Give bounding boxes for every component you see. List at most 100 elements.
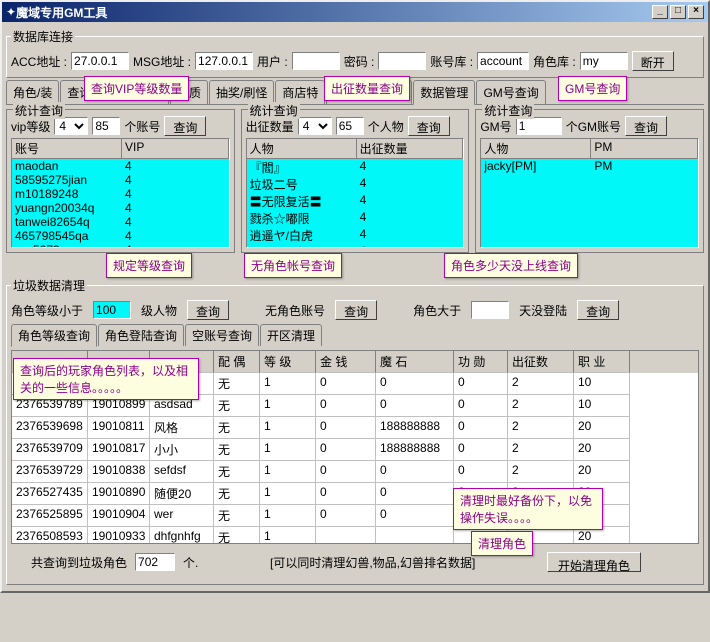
list-item[interactable]: 465798545qa4 — [12, 229, 229, 243]
grid-col-header[interactable]: 配 偶 — [214, 351, 260, 373]
list-item[interactable]: 风雪V无痕4 — [247, 244, 464, 248]
tab-data-mgmt[interactable]: 数据管理 — [413, 80, 475, 105]
grid-col-header[interactable]: 出征数 — [508, 351, 574, 373]
acct-label: 账号库 : — [430, 53, 473, 70]
subtab-login[interactable]: 角色登陆查询 — [98, 324, 184, 346]
subtab-empty[interactable]: 空账号查询 — [185, 324, 259, 346]
callout-gm: GM号查询 — [558, 76, 627, 101]
disconnect-button[interactable]: 断开 — [632, 51, 674, 71]
window-title: 魔域专用GM工具 — [16, 4, 652, 21]
subtab-open[interactable]: 开区清理 — [260, 324, 322, 346]
exp-col-count[interactable]: 出征数量 — [357, 139, 464, 158]
acct-input[interactable] — [477, 52, 529, 70]
total-unit: 个. — [183, 554, 198, 571]
grid-col-header[interactable]: 职 业 — [574, 351, 630, 373]
list-item[interactable]: yzs5273qa4 — [12, 243, 229, 248]
noacct-label: 无角色账号 — [265, 302, 325, 319]
gt-input[interactable] — [471, 301, 509, 319]
vip-level-label: vip等级 — [11, 118, 50, 135]
exp-col-char[interactable]: 人物 — [247, 139, 357, 158]
vip-unit: 个账号 — [124, 118, 160, 135]
panel-vip-legend: 统计查询 — [13, 102, 65, 119]
list-item[interactable]: 垃圾二号4 — [247, 176, 464, 193]
panel-vip: 统计查询 vip等级 4 个账号 查询 账号VIP maodan45859527… — [6, 109, 235, 253]
vip-query-button[interactable]: 查询 — [164, 116, 206, 136]
list-item[interactable]: 〓无限复活〓4 — [247, 193, 464, 210]
list-item[interactable]: yuangn20034q4 — [12, 201, 229, 215]
exp-label: 出征数量 — [246, 118, 294, 135]
subtab-level[interactable]: 角色等级查询 — [11, 324, 97, 347]
gt-query-button[interactable]: 查询 — [577, 300, 619, 320]
maximize-button[interactable]: □ — [670, 5, 686, 19]
callout-resultdesc: 查询后的玩家角色列表，以及相关的一些信息。。。。。 — [13, 358, 199, 400]
grid-col-header[interactable]: 等 级 — [260, 351, 316, 373]
minimize-button[interactable]: _ — [652, 5, 668, 19]
lvl-query-button[interactable]: 查询 — [187, 300, 229, 320]
tab-gm[interactable]: GM号查询 — [476, 80, 545, 104]
grid-col-header[interactable]: 魔 石 — [376, 351, 454, 373]
db-connection-group: 数据库连接 ACC地址 : MSG地址 : 用户 : 密码 : 账号库 : 角色… — [6, 28, 704, 78]
user-input[interactable] — [292, 52, 340, 70]
list-item[interactable]: 『閻』4 — [247, 159, 464, 176]
list-item[interactable]: maodan4 — [12, 159, 229, 173]
lvl-unit: 级人物 — [141, 302, 177, 319]
list-item[interactable]: tanwei82654q4 — [12, 215, 229, 229]
vip-level-select[interactable]: 4 — [54, 117, 88, 135]
panel-gm: 统计查询 GM号 个GM账号 查询 人物PM jacky[PM]PM — [475, 109, 704, 253]
grid-col-header[interactable]: 功 勋 — [454, 351, 508, 373]
msg-input[interactable] — [195, 52, 253, 70]
role-input[interactable] — [580, 52, 628, 70]
lvl-lt-label: 角色等级小于 — [11, 302, 83, 319]
app-window: ✦ 魔域专用GM工具 _ □ × 数据库连接 ACC地址 : MSG地址 : 用… — [0, 0, 710, 593]
exp-unit: 个人物 — [368, 118, 404, 135]
list-item[interactable]: 58595275jian4 — [12, 173, 229, 187]
tab-role-eq[interactable]: 角色/装 — [6, 80, 59, 104]
close-button[interactable]: × — [688, 5, 704, 19]
table-row[interactable]: 237653969819010811风格无101888888880220 — [12, 417, 698, 439]
exp-query-button[interactable]: 查询 — [408, 116, 450, 136]
db-connection-legend: 数据库连接 — [11, 28, 75, 45]
msg-label: MSG地址 : — [133, 53, 191, 70]
gm-query-button[interactable]: 查询 — [625, 116, 667, 136]
tab-shop[interactable]: 商店特 — [275, 80, 325, 104]
garbage-subtabs: 角色等级查询 角色登陆查询 空账号查询 开区清理 — [11, 324, 699, 346]
gm-count-input[interactable] — [516, 117, 562, 135]
acc-input[interactable] — [71, 52, 129, 70]
role-label: 角色库 : — [533, 53, 576, 70]
list-item[interactable]: 戮杀☆嘟限4 — [247, 210, 464, 227]
grid-col-header[interactable]: 金 钱 — [316, 351, 376, 373]
vip-count-input[interactable] — [92, 117, 120, 135]
gm-col-pm[interactable]: PM — [591, 139, 698, 158]
vip-listview[interactable]: 账号VIP maodan458595275jian4m101892484yuan… — [11, 138, 230, 248]
callout-norole: 无角色帐号查询 — [244, 253, 342, 278]
vip-col-account[interactable]: 账号 — [12, 139, 122, 158]
titlebar[interactable]: ✦ 魔域专用GM工具 _ □ × — [2, 2, 708, 22]
total-label: 共查询到垃圾角色 — [31, 554, 127, 571]
content-area: 数据库连接 ACC地址 : MSG地址 : 用户 : 密码 : 账号库 : 角色… — [2, 22, 708, 591]
garbage-legend: 垃圾数据清理 — [11, 277, 87, 294]
exp-select[interactable]: 4 — [298, 117, 332, 135]
gm-col-char[interactable]: 人物 — [481, 139, 591, 158]
panel-expedition: 统计查询 出征数量 4 个人物 查询 人物出征数量 『閻』4垃圾二号4〓无限复活… — [241, 109, 470, 253]
gm-label: GM号 — [480, 118, 511, 135]
callout-level: 规定等级查询 — [106, 253, 192, 278]
gm-listview[interactable]: 人物PM jacky[PM]PM — [480, 138, 699, 248]
noacct-query-button[interactable]: 查询 — [335, 300, 377, 320]
list-item[interactable]: 逍遥ヤ/白虎4 — [247, 227, 464, 244]
list-item[interactable]: jacky[PM]PM — [481, 159, 698, 173]
gt-unit: 天没登陆 — [519, 302, 567, 319]
exp-listview[interactable]: 人物出征数量 『閻』4垃圾二号4〓无限复活〓4戮杀☆嘟限4逍遥ヤ/白虎4风雪V无… — [246, 138, 465, 248]
table-row[interactable]: 237653972919010838sefdsf无1000220 — [12, 461, 698, 483]
list-item[interactable]: m101892484 — [12, 187, 229, 201]
table-row[interactable]: 237653970919010817小小无101888888880220 — [12, 439, 698, 461]
callout-offline: 角色多少天没上线查询 — [444, 253, 578, 278]
pwd-input[interactable] — [378, 52, 426, 70]
vip-col-vip[interactable]: VIP — [122, 139, 229, 158]
tab-lottery[interactable]: 抽奖/刷怪 — [209, 80, 274, 104]
acc-label: ACC地址 : — [11, 53, 67, 70]
start-clean-button[interactable]: 开始清理角色 — [547, 552, 641, 572]
pwd-label: 密码 : — [344, 53, 375, 70]
exp-count-input[interactable] — [336, 117, 364, 135]
total-input[interactable] — [135, 553, 175, 571]
lvl-lt-input[interactable] — [93, 301, 131, 319]
